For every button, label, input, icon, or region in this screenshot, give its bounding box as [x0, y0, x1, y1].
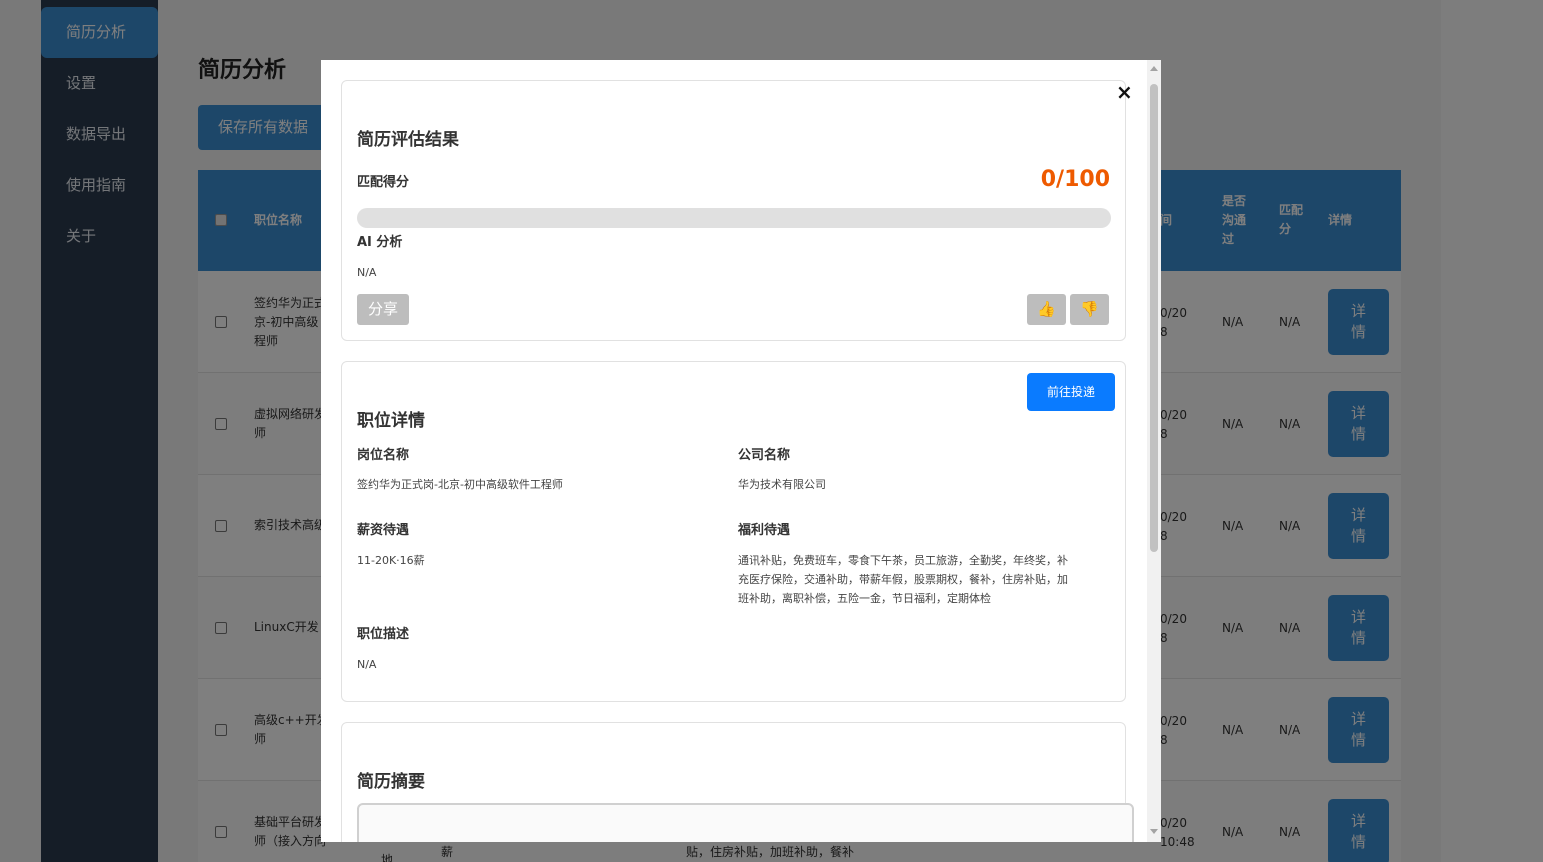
benefits-value: 通讯补贴，免费班车，零食下午茶，员工旅游，全勤奖，年终奖，补 充医疗保险，交通补…: [738, 554, 1068, 605]
job-detail-title: 职位详情: [357, 411, 425, 431]
resume-summary-title: 简历摘要: [357, 772, 425, 792]
company-label: 公司名称: [738, 448, 791, 463]
thumbs-up-icon[interactable]: 👍: [1027, 294, 1066, 325]
thumbs-down-icon[interactable]: 👎: [1070, 294, 1109, 325]
company-value: 华为技术有限公司: [738, 478, 826, 491]
resume-summary-card: 简历摘要: [341, 722, 1134, 842]
resume-summary-textarea[interactable]: [357, 803, 1134, 842]
scrollbar-thumb[interactable]: [1150, 84, 1158, 552]
salary-value: 11-20K·16薪: [357, 554, 425, 567]
score-label: 匹配得分: [357, 175, 410, 190]
modal-scrollbar[interactable]: [1147, 60, 1161, 842]
app: 简历分析 设置 数据导出 使用指南 关于 简历分析 保存所有数据 职位名称 间 …: [0, 0, 1543, 862]
scroll-up-icon[interactable]: [1150, 66, 1158, 71]
position-label: 岗位名称: [357, 448, 410, 463]
evaluation-title: 简历评估结果: [357, 130, 459, 150]
benefits-label: 福利待遇: [738, 523, 791, 538]
share-button[interactable]: 分享: [357, 294, 409, 325]
job-detail-modal: 简历评估结果 匹配得分 0/100 AI 分析 N/A 分享 👍 👎 × 前往投…: [321, 60, 1161, 842]
score-value: 0/100: [1040, 167, 1110, 192]
position-value: 签约华为正式岗-北京-初中高级软件工程师: [357, 478, 563, 491]
score-progress-bar: [357, 208, 1111, 228]
apply-button[interactable]: 前往投递: [1027, 373, 1115, 411]
close-icon[interactable]: ×: [1116, 82, 1133, 102]
ai-analysis-text: N/A: [357, 266, 377, 279]
evaluation-card: 简历评估结果 匹配得分 0/100 AI 分析 N/A 分享 👍 👎: [341, 80, 1126, 341]
description-value: N/A: [357, 658, 377, 671]
job-detail-card: 前往投递 职位详情 岗位名称 签约华为正式岗-北京-初中高级软件工程师 公司名称…: [341, 361, 1126, 702]
ai-analysis-label: AI 分析: [357, 235, 403, 250]
salary-label: 薪资待遇: [357, 523, 410, 538]
scroll-down-icon[interactable]: [1150, 829, 1158, 834]
description-label: 职位描述: [357, 627, 410, 642]
